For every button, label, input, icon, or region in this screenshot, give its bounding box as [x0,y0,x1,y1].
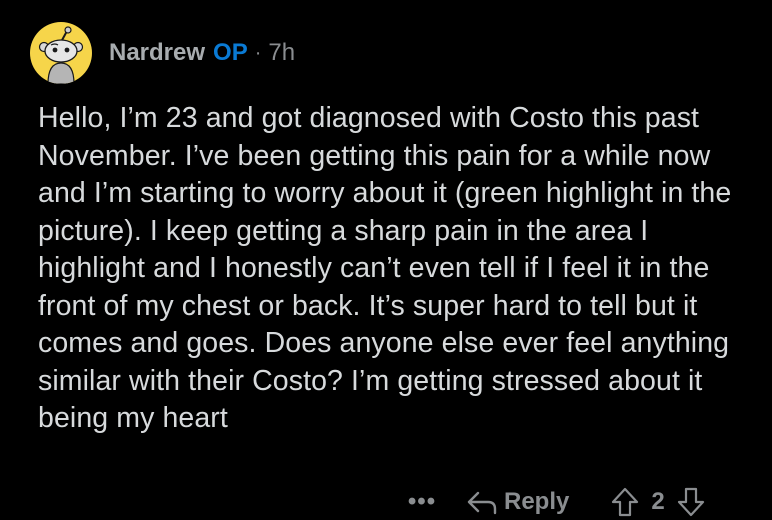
more-options-button[interactable]: ••• [402,488,442,516]
comment-body: Hello, I’m 23 and got diagnosed with Cos… [38,102,732,434]
vote-controls: 2 [611,487,704,517]
op-badge: OP [213,39,248,66]
reply-arrow-icon [467,491,497,515]
reply-button[interactable]: Reply [466,488,569,516]
comment-header: Nardrew OP · 7h [30,22,295,84]
meta-separator: · [254,42,262,64]
avatar[interactable] [30,22,92,84]
vote-score: 2 [651,488,665,515]
downvote-arrow-icon[interactable] [677,487,705,517]
upvote-arrow-icon[interactable] [611,487,639,517]
timestamp: 7h [268,39,296,66]
comment-actions: ••• Reply 2 [402,484,705,520]
snoo-avatar-icon [38,26,84,84]
username[interactable]: Nardrew [109,39,205,67]
reply-label: Reply [504,488,570,515]
comment: Nardrew OP · 7h Hello, I’m 23 and got di… [0,0,772,517]
comment-meta: Nardrew OP · 7h [109,39,295,67]
